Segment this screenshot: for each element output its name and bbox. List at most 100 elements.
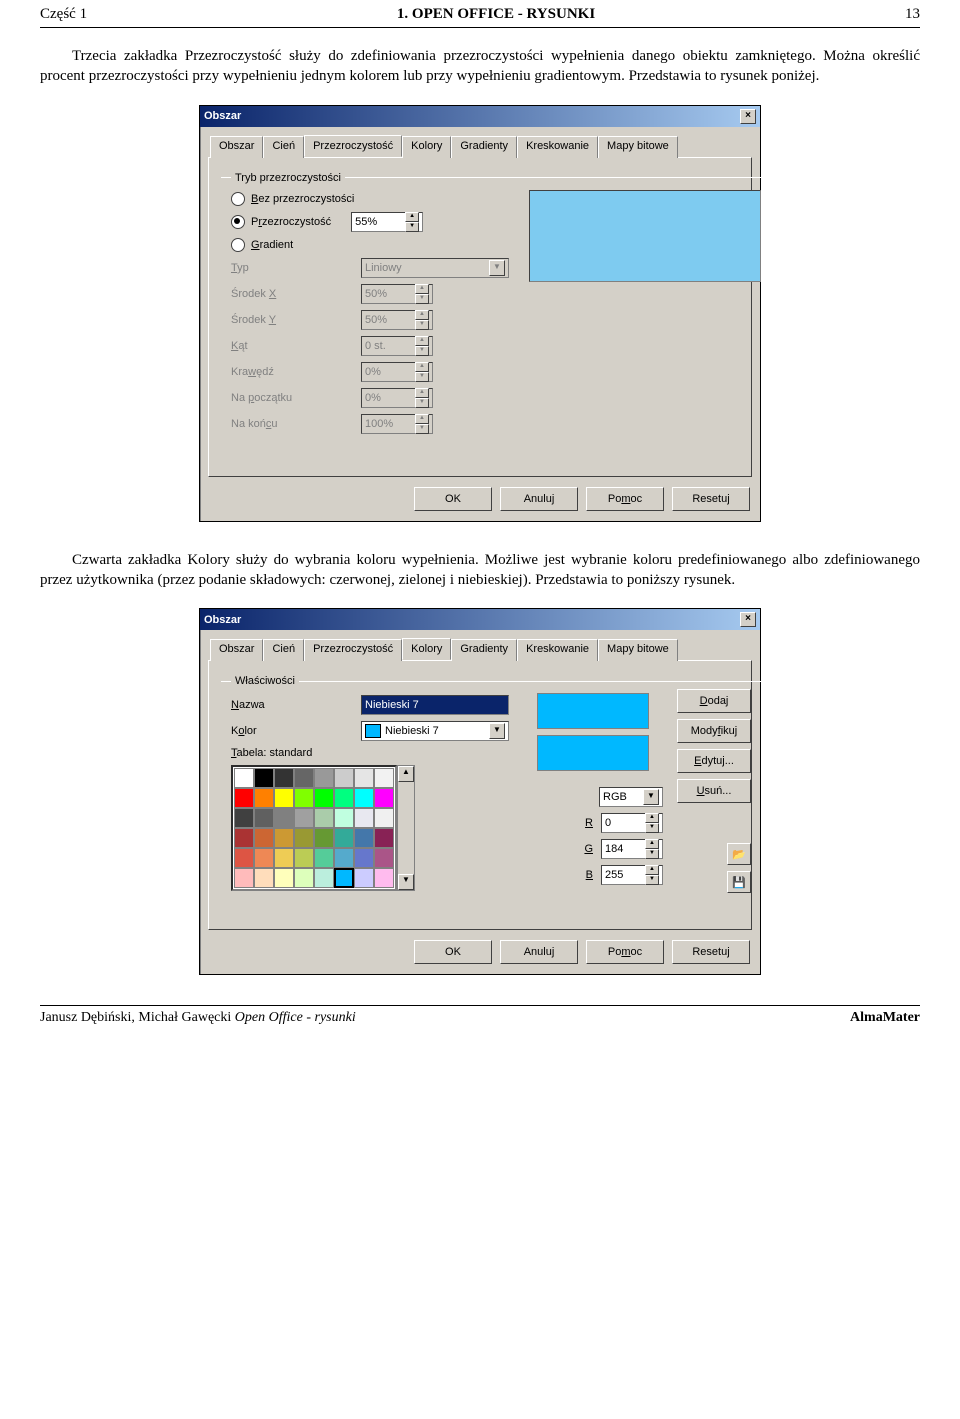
palette-swatch[interactable] xyxy=(294,848,314,868)
chevron-down-icon[interactable]: ▼ xyxy=(643,789,659,805)
palette-swatch[interactable] xyxy=(334,788,354,808)
help-button[interactable]: Pomoc xyxy=(586,940,664,964)
delete-button[interactable]: Usuń... xyxy=(677,779,751,803)
spin-up-icon[interactable]: ▲ xyxy=(405,212,419,222)
palette-swatch[interactable] xyxy=(354,848,374,868)
palette-swatch[interactable] xyxy=(374,788,394,808)
spin-b[interactable]: 255▲▼ xyxy=(601,865,663,885)
tab-mapy-bitowe[interactable]: Mapy bitowe xyxy=(598,639,678,661)
palette-swatch[interactable] xyxy=(274,828,294,848)
spin-r[interactable]: 0▲▼ xyxy=(601,813,663,833)
palette-swatch[interactable] xyxy=(234,848,254,868)
tab-kolory[interactable]: Kolory xyxy=(402,638,451,660)
input-nazwa[interactable]: Niebieski 7 xyxy=(361,695,509,715)
palette-swatch[interactable] xyxy=(334,828,354,848)
palette-swatch[interactable] xyxy=(274,768,294,788)
add-button[interactable]: Dodaj xyxy=(677,689,751,713)
reset-button[interactable]: Resetuj xyxy=(672,940,750,964)
tab-gradienty[interactable]: Gradienty xyxy=(451,136,517,158)
palette-swatch[interactable] xyxy=(254,808,274,828)
palette-swatch[interactable] xyxy=(274,868,294,888)
cancel-button[interactable]: Anuluj xyxy=(500,940,578,964)
palette-swatch[interactable] xyxy=(314,808,334,828)
palette-swatch[interactable] xyxy=(294,788,314,808)
palette-swatch[interactable] xyxy=(254,868,274,888)
palette-swatch[interactable] xyxy=(334,868,354,888)
scroll-down-icon[interactable]: ▼ xyxy=(398,874,414,890)
save-icon[interactable]: 💾 xyxy=(727,871,751,893)
radio-row-trans[interactable]: Przezroczystość 55% ▲▼ xyxy=(231,212,511,232)
combo-kolor[interactable]: Niebieski 7 ▼ xyxy=(361,721,509,741)
palette-swatch[interactable] xyxy=(374,828,394,848)
tab-kolory[interactable]: Kolory xyxy=(402,136,451,158)
palette-swatch[interactable] xyxy=(254,768,274,788)
combo-model[interactable]: RGB▼ xyxy=(599,787,663,807)
palette-swatch[interactable] xyxy=(314,768,334,788)
spin-down-icon[interactable]: ▼ xyxy=(405,222,419,232)
tab-mapy-bitowe[interactable]: Mapy bitowe xyxy=(598,136,678,158)
palette-scrollbar[interactable]: ▲▼ xyxy=(397,765,415,891)
palette-swatch[interactable] xyxy=(374,808,394,828)
palette-swatch[interactable] xyxy=(254,828,274,848)
palette-swatch[interactable] xyxy=(254,788,274,808)
palette-swatch[interactable] xyxy=(374,848,394,868)
edit-button[interactable]: Edytuj... xyxy=(677,749,751,773)
palette-swatch[interactable] xyxy=(294,808,314,828)
tab-cien[interactable]: Cień xyxy=(263,136,304,158)
palette-swatch[interactable] xyxy=(294,768,314,788)
palette-swatch[interactable] xyxy=(294,828,314,848)
palette-swatch[interactable] xyxy=(274,808,294,828)
spin-g[interactable]: 184▲▼ xyxy=(601,839,663,859)
tab-kreskowanie[interactable]: Kreskowanie xyxy=(517,136,598,158)
ok-button[interactable]: OK xyxy=(414,940,492,964)
palette-swatch[interactable] xyxy=(294,868,314,888)
tab-przezroczystosc[interactable]: Przezroczystość xyxy=(304,135,402,157)
palette-swatch[interactable] xyxy=(354,788,374,808)
tab-gradienty[interactable]: Gradienty xyxy=(451,639,517,661)
scroll-up-icon[interactable]: ▲ xyxy=(398,766,414,782)
radio-row-grad[interactable]: Gradient xyxy=(231,238,511,252)
palette-swatch[interactable] xyxy=(334,768,354,788)
palette-swatch[interactable] xyxy=(234,868,254,888)
tab-przezroczystosc[interactable]: Przezroczystość xyxy=(304,639,402,661)
radio-trans[interactable] xyxy=(231,215,245,229)
reset-button[interactable]: Resetuj xyxy=(672,487,750,511)
palette-swatch[interactable] xyxy=(234,768,254,788)
palette-swatch[interactable] xyxy=(314,828,334,848)
palette-swatch[interactable] xyxy=(354,768,374,788)
radio-none[interactable] xyxy=(231,192,245,206)
titlebar-2[interactable]: Obszar × xyxy=(200,609,760,630)
radio-gradient[interactable] xyxy=(231,238,245,252)
palette-swatch[interactable] xyxy=(314,788,334,808)
chevron-down-icon[interactable]: ▼ xyxy=(489,723,505,739)
cancel-button[interactable]: Anuluj xyxy=(500,487,578,511)
palette-swatch[interactable] xyxy=(314,868,334,888)
help-button[interactable]: Pomoc xyxy=(586,487,664,511)
palette-swatch[interactable] xyxy=(354,828,374,848)
palette-swatch[interactable] xyxy=(234,828,254,848)
palette-swatch[interactable] xyxy=(234,788,254,808)
modify-button[interactable]: Modyfikuj xyxy=(677,719,751,743)
close-icon[interactable]: × xyxy=(740,109,756,124)
tab-cien[interactable]: Cień xyxy=(263,639,304,661)
radio-row-none[interactable]: Bez przezroczystości xyxy=(231,192,511,206)
palette-swatch[interactable] xyxy=(354,868,374,888)
palette-swatch[interactable] xyxy=(374,868,394,888)
ok-button[interactable]: OK xyxy=(414,487,492,511)
trans-value-spin[interactable]: 55% ▲▼ xyxy=(351,212,423,232)
palette-swatch[interactable] xyxy=(274,848,294,868)
palette-swatch[interactable] xyxy=(254,848,274,868)
color-palette[interactable] xyxy=(231,765,397,891)
tab-obszar[interactable]: Obszar xyxy=(210,136,263,158)
titlebar[interactable]: Obszar × xyxy=(200,106,760,127)
palette-swatch[interactable] xyxy=(354,808,374,828)
palette-swatch[interactable] xyxy=(314,848,334,868)
palette-swatch[interactable] xyxy=(334,808,354,828)
palette-swatch[interactable] xyxy=(234,808,254,828)
palette-swatch[interactable] xyxy=(334,848,354,868)
palette-swatch[interactable] xyxy=(374,768,394,788)
tab-obszar[interactable]: Obszar xyxy=(210,639,263,661)
close-icon[interactable]: × xyxy=(740,612,756,627)
open-icon[interactable]: 📂 xyxy=(727,843,751,865)
tab-kreskowanie[interactable]: Kreskowanie xyxy=(517,639,598,661)
